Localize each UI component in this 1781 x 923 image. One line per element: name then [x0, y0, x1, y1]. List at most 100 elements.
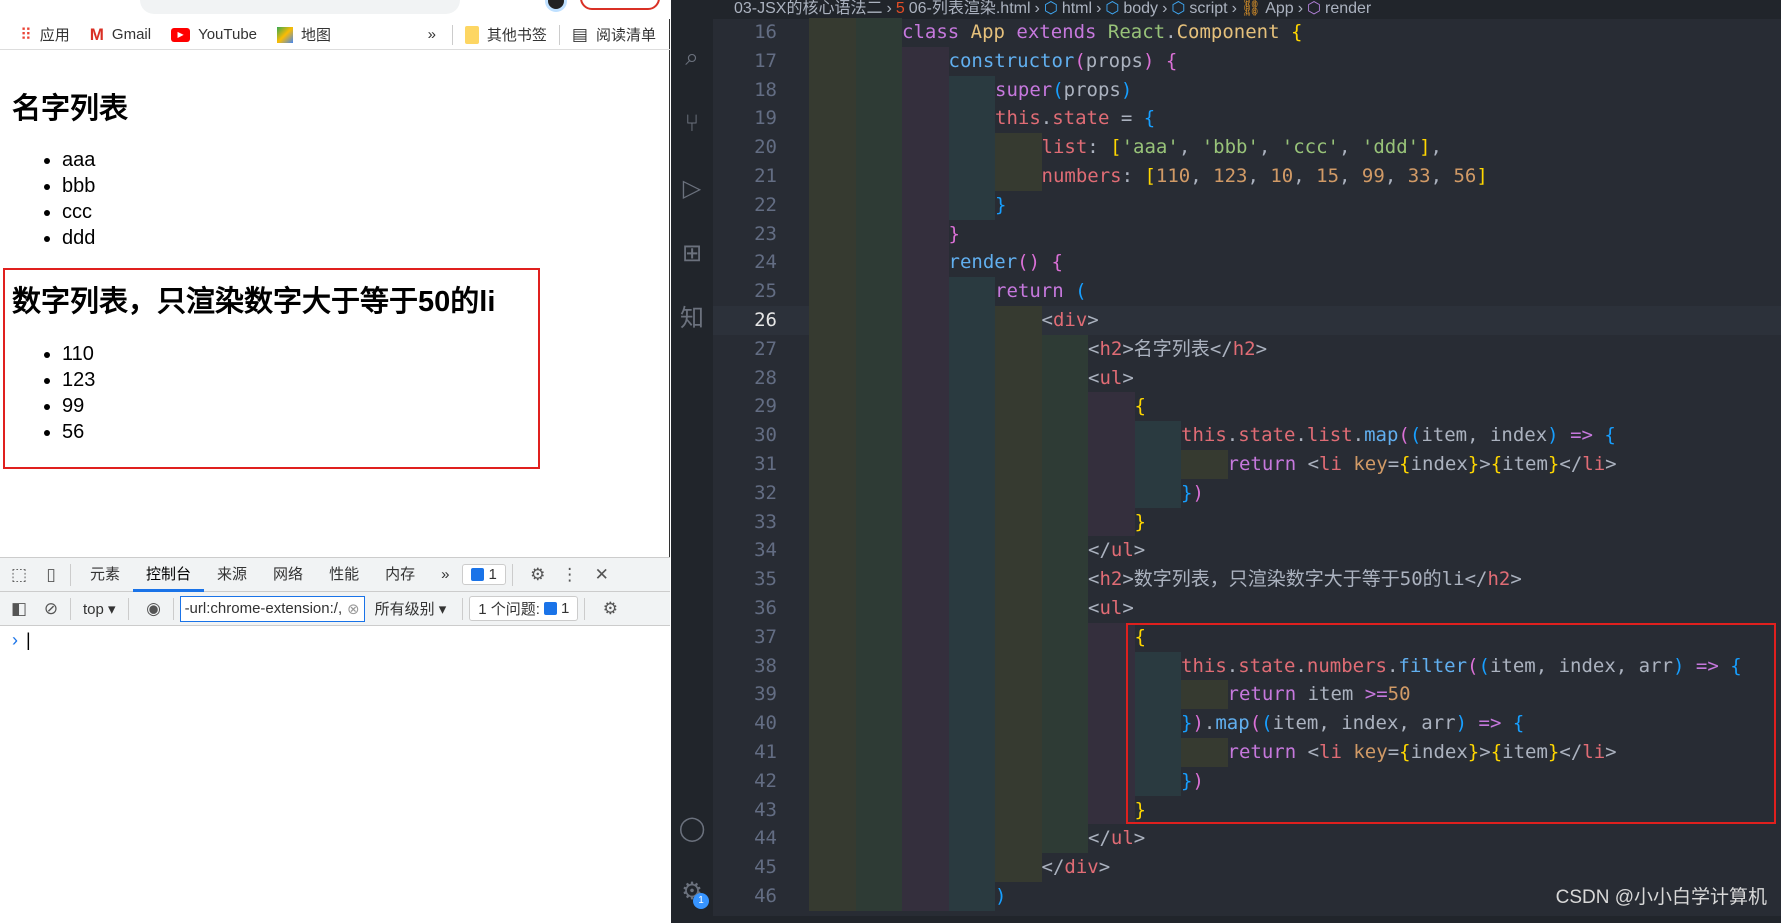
tab-2[interactable]: 来源 — [204, 558, 260, 592]
bookmark-youtube[interactable]: ▶ YouTube — [171, 26, 257, 43]
device-toolbar-icon[interactable]: ▯ — [38, 562, 64, 588]
code-token: 数字列表，只渲染数字大于等于50的li — [1133, 568, 1465, 591]
breadcrumb-item[interactable]: App — [1265, 0, 1293, 17]
more-options-icon[interactable]: ⋮ — [557, 562, 583, 588]
console-settings-icon[interactable]: ⚙ — [597, 596, 623, 622]
code-line[interactable]: 32}) — [713, 478, 1781, 508]
line-number: 22 — [754, 193, 777, 216]
eye-icon[interactable]: ◉ — [141, 596, 167, 622]
names-list: aaabbbcccddd — [62, 147, 95, 251]
code-line[interactable]: 36 < ul > — [713, 593, 1781, 623]
numbers-list: 1101239956 — [62, 341, 95, 445]
tab-1[interactable]: 控制台 — [133, 558, 205, 592]
code-token: ( — [1409, 424, 1422, 447]
breadcrumb-item[interactable]: html — [1062, 0, 1092, 17]
code-line[interactable]: 19 this. state = { — [713, 104, 1781, 134]
indent-guide — [855, 133, 902, 162]
code-token: ) — [1192, 481, 1204, 504]
context-select[interactable]: top ▾ — [83, 600, 116, 618]
code-token: 99 — [1361, 164, 1385, 187]
line-number: 41 — [754, 740, 777, 763]
indent-guide — [855, 18, 902, 47]
bookmark-apps[interactable]: ⠿ 应用 — [20, 24, 70, 45]
tab-0[interactable]: 元素 — [77, 558, 133, 592]
code-line[interactable]: 30 this. state. list. map((item, index) => { — [713, 421, 1781, 450]
profile-avatar[interactable] — [545, 0, 567, 12]
code-line[interactable]: 23} — [713, 219, 1781, 249]
breadcrumb-item[interactable]: 03-JSX的核心语法二 — [734, 0, 882, 17]
settings-gear-icon[interactable]: ⚙ — [525, 562, 551, 588]
code-line[interactable]: 29 { — [713, 392, 1781, 422]
indent-guide — [948, 75, 995, 105]
reading-list[interactable]: ▤ 阅读清单 — [572, 24, 656, 45]
settings-gear-icon[interactable]: ⚙ 1 — [677, 877, 709, 909]
tab-4[interactable]: 性能 — [316, 558, 372, 592]
filter-input[interactable]: -url:chrome-extension:/, ⊗ — [179, 595, 365, 622]
indent-guide — [902, 593, 949, 623]
code-line[interactable]: 31 return < li key ={index} >{item} </li > — [713, 449, 1781, 479]
code-line[interactable]: 25 return ( — [713, 277, 1781, 306]
code-token: h2 — [1099, 568, 1123, 591]
code-line[interactable]: 16 class App extends React. Component { — [713, 18, 1781, 47]
more-bookmarks-chevron[interactable]: » — [428, 26, 436, 43]
clear-console-icon[interactable]: ⊘ — [38, 596, 64, 622]
account-icon[interactable]: ◯ — [677, 814, 707, 844]
code-line[interactable]: 35 < h2 > 数字列表，只渲染数字大于等于50的li </h2 > — [713, 565, 1781, 594]
bookmark-gmail[interactable]: M Gmail — [90, 25, 151, 45]
code-token: > — [1133, 539, 1146, 562]
code-line[interactable]: 28 < ul > — [713, 363, 1781, 393]
code-line[interactable]: 45 </div > — [713, 853, 1781, 882]
code-token: return — [995, 280, 1076, 303]
tab-3[interactable]: 网络 — [260, 558, 316, 592]
bookmark-maps[interactable]: 地图 — [277, 24, 331, 45]
breadcrumb-item[interactable]: script — [1189, 0, 1227, 17]
code-line[interactable]: 24 render() { — [713, 248, 1781, 278]
bookmark-other[interactable]: 其他书签 — [464, 24, 547, 45]
tab-5[interactable]: 内存 — [372, 558, 428, 592]
code-token: , — [1339, 136, 1362, 159]
sidebar-toggle-icon[interactable]: ◧ — [6, 596, 32, 622]
code-token: h2 — [1232, 337, 1256, 360]
line-number: 30 — [754, 424, 777, 447]
code-line[interactable]: 18 super(props) — [713, 75, 1781, 105]
indent-guide — [855, 277, 902, 306]
code-line[interactable]: 26 < div > — [713, 305, 1781, 335]
code-line[interactable]: 21 numbers: [110, 123, 10, 15, 99, 33, 56… — [713, 161, 1781, 191]
code-line[interactable]: 33} — [713, 507, 1781, 537]
search-icon[interactable]: ⌕ — [677, 43, 707, 73]
code-token: > — [1510, 568, 1522, 591]
indent-guide — [902, 363, 949, 393]
code-token: = — [1109, 107, 1144, 130]
breadcrumb-item[interactable]: body — [1123, 0, 1158, 17]
code-line[interactable]: 17 constructor(props) { — [713, 46, 1781, 76]
indent-guide — [809, 881, 856, 911]
code-line[interactable]: 44 </ul > — [713, 824, 1781, 854]
line-number: 23 — [754, 222, 777, 245]
extensions-icon[interactable]: ⊞ — [677, 239, 707, 269]
code-line[interactable]: 34 </ul > — [713, 536, 1781, 566]
code-line[interactable]: 20 list: ['aaa', 'bbb', 'ccc', 'ddd'], — [713, 133, 1781, 162]
inspect-element-icon[interactable]: ⬚ — [6, 562, 32, 588]
update-button[interactable] — [580, 0, 660, 10]
log-levels-select[interactable]: 所有级别 ▾ — [375, 598, 447, 619]
breadcrumb-item[interactable]: 06-列表渲染.html — [909, 0, 1031, 17]
console-input[interactable]: › | — [12, 630, 31, 651]
indent-guide — [1041, 593, 1088, 623]
code-token: this — [995, 107, 1041, 130]
code-line[interactable]: 27 < h2 > 名字列表 </h2 > — [713, 334, 1781, 364]
address-bar[interactable] — [140, 0, 460, 14]
indent-guide — [1041, 565, 1088, 594]
messages-badge[interactable]: 1 — [462, 564, 506, 585]
run-debug-icon[interactable]: ▷ — [677, 174, 707, 204]
code-token: > — [1605, 452, 1617, 475]
source-control-icon[interactable]: ⑂ — [677, 109, 707, 139]
code-token: key — [1353, 452, 1388, 475]
clear-filter-icon[interactable]: ⊗ — [347, 600, 360, 618]
more-tabs-button[interactable]: » — [428, 558, 462, 592]
divider — [451, 24, 453, 45]
zhihu-icon[interactable]: 知 — [677, 304, 707, 334]
breadcrumb-item[interactable]: render — [1325, 0, 1371, 17]
issues-button[interactable]: 1 个问题: 1 — [469, 596, 579, 621]
code-line[interactable]: 22} — [713, 190, 1781, 220]
close-icon[interactable]: ✕ — [589, 562, 615, 588]
